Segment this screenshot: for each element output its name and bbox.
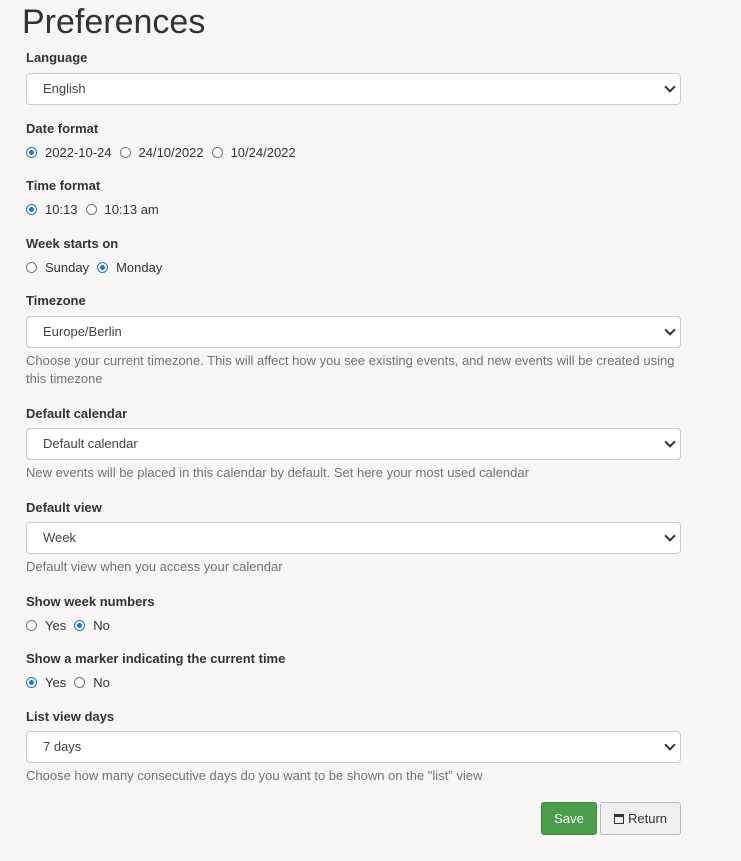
language-label: Language: [26, 50, 88, 65]
default-calendar-select[interactable]: Default calendar: [26, 428, 681, 460]
return-button[interactable]: Return: [600, 802, 681, 835]
default-view-label: Default view: [26, 500, 102, 515]
chevron-down-icon: [664, 81, 676, 93]
chevron-down-icon: [664, 739, 676, 751]
default-view-value: Week: [43, 530, 76, 545]
radio-unselected[interactable]: [211, 147, 223, 158]
default-calendar-help: New events will be placed in this calend…: [26, 465, 529, 480]
time-format-option-24h[interactable]: 10:13: [26, 202, 78, 217]
time-format-group: Time format 10:13 10:13 am: [26, 178, 681, 217]
time-format-label: Time format: [26, 178, 101, 193]
radio-selected[interactable]: [26, 204, 37, 215]
radio-unselected[interactable]: [26, 620, 37, 631]
default-calendar-value: Default calendar: [43, 436, 138, 451]
timezone-value: Europe/Berlin: [43, 324, 122, 339]
time-marker-label: Show a marker indicating the current tim…: [26, 651, 286, 666]
chevron-down-icon: [664, 530, 676, 542]
time-format-option-12h[interactable]: 10:13 am: [85, 202, 159, 217]
radio-selected[interactable]: [26, 677, 37, 688]
time-marker-group: Show a marker indicating the current tim…: [26, 651, 681, 690]
page-title: Preferences: [22, 3, 206, 41]
radio-selected[interactable]: [26, 147, 37, 158]
list-view-days-help: Choose how many consecutive days do you …: [26, 768, 483, 783]
time-marker-option-no[interactable]: No: [74, 675, 110, 690]
radio-unselected[interactable]: [74, 677, 86, 688]
radio-unselected[interactable]: [85, 204, 97, 215]
timezone-select[interactable]: Europe/Berlin: [26, 316, 681, 348]
timezone-help: Choose your current timezone. This will …: [26, 353, 675, 386]
week-numbers-option-yes[interactable]: Yes: [26, 618, 66, 633]
time-marker-radios: Yes No: [26, 675, 118, 690]
default-calendar-label: Default calendar: [26, 406, 128, 421]
week-numbers-radios: Yes No: [26, 618, 118, 633]
timezone-label: Timezone: [26, 293, 86, 308]
chevron-down-icon: [664, 436, 676, 448]
return-label: Return: [627, 811, 668, 826]
week-numbers-option-no[interactable]: No: [74, 618, 110, 633]
date-format-option-mdy[interactable]: 10/24/2022: [211, 145, 296, 160]
radio-selected[interactable]: [97, 262, 109, 273]
default-view-group: Default view Week Default view when you …: [26, 500, 681, 574]
date-format-option-iso[interactable]: 2022-10-24: [26, 145, 112, 160]
list-view-days-select[interactable]: 7 days: [26, 731, 681, 763]
default-calendar-group: Default calendar Default calendar New ev…: [26, 406, 681, 480]
radio-unselected[interactable]: [119, 147, 131, 158]
date-format-group: Date format 2022-10-24 24/10/2022 10/24/…: [26, 121, 681, 160]
week-start-option-sunday[interactable]: Sunday: [26, 260, 89, 275]
default-view-help: Default view when you access your calend…: [26, 559, 283, 574]
time-format-radios: 10:13 10:13 am: [26, 202, 167, 217]
time-marker-option-yes[interactable]: Yes: [26, 675, 66, 690]
calendar-icon: [613, 814, 624, 824]
radio-unselected[interactable]: [26, 262, 37, 273]
default-view-select[interactable]: Week: [26, 522, 681, 554]
date-format-radios: 2022-10-24 24/10/2022 10/24/2022: [26, 145, 304, 160]
chevron-down-icon: [664, 324, 676, 336]
list-view-days-group: List view days 7 days Choose how many co…: [26, 709, 681, 783]
radio-selected[interactable]: [74, 620, 86, 631]
list-view-days-label: List view days: [26, 709, 115, 724]
date-format-option-dmy[interactable]: 24/10/2022: [119, 145, 204, 160]
language-value: English: [43, 81, 86, 96]
list-view-days-value: 7 days: [43, 739, 82, 754]
timezone-group: Timezone Europe/Berlin Choose your curre…: [26, 293, 681, 386]
week-start-group: Week starts on Sunday Monday: [26, 236, 681, 275]
language-group: Language English: [26, 50, 681, 105]
week-start-radios: Sunday Monday: [26, 260, 170, 275]
week-numbers-group: Show week numbers Yes No: [26, 594, 681, 633]
language-select[interactable]: English: [26, 73, 681, 105]
week-start-option-monday[interactable]: Monday: [97, 260, 162, 275]
week-start-label: Week starts on: [26, 236, 119, 251]
save-button[interactable]: Save: [541, 802, 597, 835]
date-format-label: Date format: [26, 121, 99, 136]
week-numbers-label: Show week numbers: [26, 594, 155, 609]
